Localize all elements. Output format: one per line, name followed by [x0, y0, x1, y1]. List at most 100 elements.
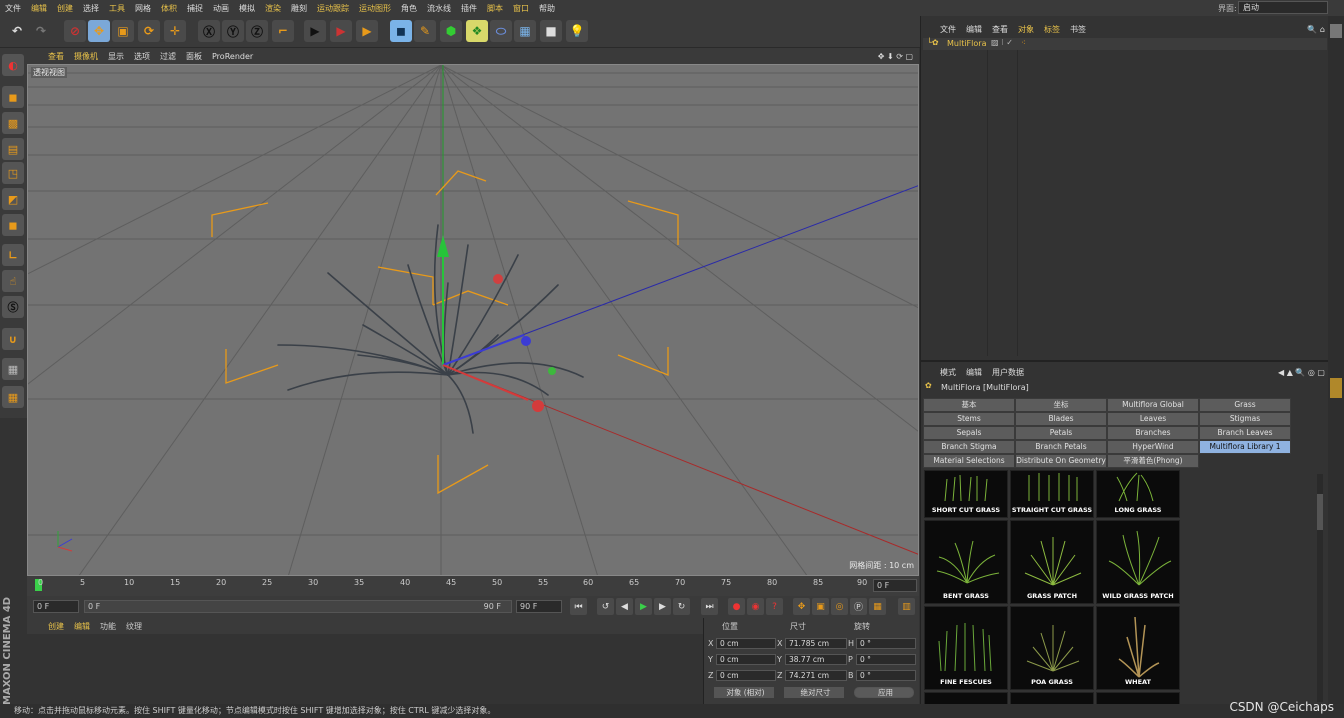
tab-grass[interactable]: Grass: [1199, 398, 1291, 412]
key-parameter-icon[interactable]: Ⓟ: [850, 598, 867, 615]
position-x-field[interactable]: 0 cm: [716, 638, 776, 649]
coordinate-mode-select[interactable]: 对象 (相对): [714, 687, 774, 698]
apply-button[interactable]: 应用: [854, 687, 914, 698]
size-y-field[interactable]: 38.77 cm: [785, 654, 847, 665]
rotation-p-field[interactable]: 0 °: [856, 654, 916, 665]
object-name[interactable]: MultiFlora: [947, 39, 986, 48]
key-rotation-icon[interactable]: ◎: [831, 598, 848, 615]
object-menu-bookmarks[interactable]: 书签: [1065, 24, 1091, 35]
menu-file[interactable]: 文件: [0, 3, 26, 14]
menu-window[interactable]: 窗口: [508, 3, 534, 14]
viewport-menu-view[interactable]: 查看: [43, 51, 69, 62]
undo-icon[interactable]: ↶: [6, 20, 28, 42]
tab-multiflora-global[interactable]: Multiflora Global: [1107, 398, 1199, 412]
coordinate-system-icon[interactable]: ⌐: [272, 20, 294, 42]
menu-pipeline[interactable]: 流水线: [422, 3, 456, 14]
menu-render[interactable]: 渲染: [260, 3, 286, 14]
z-axis-icon[interactable]: Ⓩ: [246, 20, 268, 42]
camera-icon[interactable]: ■: [540, 20, 562, 42]
previous-frame-icon[interactable]: ◀: [616, 598, 633, 615]
current-frame-field[interactable]: 0 F: [873, 579, 917, 592]
menu-select[interactable]: 选择: [78, 3, 104, 14]
material-menu-texture[interactable]: 纹理: [121, 621, 147, 632]
timeline-window-icon[interactable]: ▥: [898, 598, 915, 615]
viewport-menu-camera[interactable]: 摄像机: [69, 51, 103, 62]
library-tile[interactable]: WHEAT: [1096, 606, 1180, 690]
scrollbar-thumb[interactable]: [1317, 494, 1323, 530]
x-axis-icon[interactable]: Ⓧ: [198, 20, 220, 42]
rotation-h-field[interactable]: 0 °: [856, 638, 916, 649]
key-scale-icon[interactable]: ▣: [812, 598, 829, 615]
menu-simulate[interactable]: 模拟: [234, 3, 260, 14]
tab-branch-petals[interactable]: Branch Petals: [1015, 440, 1107, 454]
menu-help[interactable]: 帮助: [534, 3, 560, 14]
texture-mode-icon[interactable]: ▩: [2, 112, 24, 134]
object-row-multiflora[interactable]: └✿ MultiFlora ▨ ⁝ ✓ ⁖: [923, 38, 1327, 50]
y-axis-icon[interactable]: Ⓨ: [222, 20, 244, 42]
tab-hyperwind[interactable]: HyperWind: [1107, 440, 1199, 454]
object-menu-view[interactable]: 查看: [987, 24, 1013, 35]
tab-distribute-on-geometry[interactable]: Distribute On Geometry: [1015, 454, 1107, 468]
render-view-icon[interactable]: ▶: [304, 20, 326, 42]
library-tile[interactable]: STRAIGHT CUT GRASS: [1010, 470, 1094, 518]
viewport-menu-prorender[interactable]: ProRender: [207, 52, 258, 61]
auto-keyframe-icon[interactable]: ◉: [747, 598, 764, 615]
tab-branches[interactable]: Branches: [1107, 426, 1199, 440]
menu-mograph[interactable]: 运动图形: [354, 3, 396, 14]
viewport-label[interactable]: 透视视图: [31, 67, 67, 78]
attribute-menu-userdata[interactable]: 用户数据: [987, 367, 1029, 378]
menu-plugins[interactable]: 插件: [456, 3, 482, 14]
viewport-menu-display[interactable]: 显示: [103, 51, 129, 62]
size-x-field[interactable]: 71.785 cm: [785, 638, 847, 649]
menu-create[interactable]: 创建: [52, 3, 78, 14]
cloner-icon[interactable]: ❖: [466, 20, 488, 42]
floor-icon[interactable]: ▦: [514, 20, 536, 42]
library-tile[interactable]: SHORT CUT GRASS: [924, 470, 1008, 518]
menu-character[interactable]: 角色: [396, 3, 422, 14]
deformer-icon[interactable]: ⬭: [490, 20, 512, 42]
go-to-end-icon[interactable]: ⏭: [701, 598, 718, 615]
redo-icon[interactable]: ↷: [30, 20, 52, 42]
tab-leaves[interactable]: Leaves: [1107, 412, 1199, 426]
tab-coord[interactable]: 坐标: [1015, 398, 1107, 412]
viewport-menu-panel[interactable]: 面板: [181, 51, 207, 62]
tab-branch-leaves[interactable]: Branch Leaves: [1199, 426, 1291, 440]
tweak-mode-icon[interactable]: ☝: [2, 270, 24, 292]
next-frame-icon[interactable]: ▶: [654, 598, 671, 615]
position-z-field[interactable]: 0 cm: [716, 670, 776, 681]
key-position-icon[interactable]: ✥: [793, 598, 810, 615]
render-settings-icon[interactable]: ▶: [356, 20, 378, 42]
subdivision-icon[interactable]: ⬢: [440, 20, 462, 42]
transform-icon[interactable]: ✛: [164, 20, 186, 42]
menu-animate[interactable]: 动画: [208, 3, 234, 14]
render-picture-viewer-icon[interactable]: ▶: [330, 20, 352, 42]
menu-mesh[interactable]: 网格: [130, 3, 156, 14]
library-tile[interactable]: FINE FESCUES: [924, 606, 1008, 690]
key-pla-icon[interactable]: ▦: [869, 598, 886, 615]
material-menu-edit[interactable]: 编辑: [69, 621, 95, 632]
workplane-icon[interactable]: ▤: [2, 138, 24, 160]
object-search-icon[interactable]: 🔍 ⌂: [1302, 25, 1329, 34]
material-menu-create[interactable]: 创建: [43, 621, 69, 632]
tag-icon[interactable]: ⁖: [1021, 38, 1026, 47]
size-mode-select[interactable]: 绝对尺寸: [784, 687, 844, 698]
menu-snap[interactable]: 捕捉: [182, 3, 208, 14]
tab-stems[interactable]: Stems: [923, 412, 1015, 426]
points-mode-icon[interactable]: ◳: [2, 162, 24, 184]
keyframe-selection-icon[interactable]: ?: [766, 598, 783, 615]
tab-sepals[interactable]: Sepals: [923, 426, 1015, 440]
loop-icon[interactable]: ↻: [673, 598, 690, 615]
workplane-lock-icon[interactable]: ▦: [2, 358, 24, 380]
material-menu-function[interactable]: 功能: [95, 621, 121, 632]
library-tile[interactable]: POA GRASS: [1010, 606, 1094, 690]
menu-volume[interactable]: 体积: [156, 3, 182, 14]
play-icon[interactable]: ▶: [635, 598, 652, 615]
library-tile[interactable]: LONG GRASS: [1096, 470, 1180, 518]
side-tab[interactable]: [1330, 24, 1342, 38]
viewport-nav-icons[interactable]: ✥ ⬇ ⟳ ▢: [873, 52, 919, 61]
timeline-ruler[interactable]: 0 5 10 15 20 25 30 35 40 45 50 55 60 65 …: [27, 576, 919, 596]
make-editable-icon[interactable]: ◐: [2, 54, 24, 76]
visibility-icon[interactable]: ▨ ⁝ ✓: [991, 38, 1013, 47]
library-scrollbar[interactable]: [1317, 474, 1323, 702]
menu-edit[interactable]: 编辑: [26, 3, 52, 14]
